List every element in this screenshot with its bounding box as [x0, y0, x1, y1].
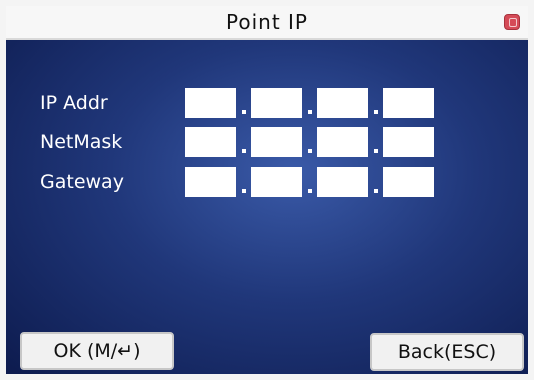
page-title: Point IP	[226, 10, 308, 34]
ip-addr-label: IP Addr	[40, 92, 108, 114]
ok-button[interactable]: OK (M/↵)	[20, 332, 174, 370]
close-icon[interactable]	[504, 14, 520, 30]
gateway-octet-4[interactable]	[383, 167, 434, 197]
netmask-label: NetMask	[40, 131, 123, 153]
gateway-row: Gateway	[6, 167, 528, 203]
octet-separator	[374, 149, 378, 153]
ip-addr-octet-1[interactable]	[185, 88, 236, 118]
gateway-octet-2[interactable]	[251, 167, 302, 197]
netmask-octet-4[interactable]	[383, 127, 434, 157]
screen: Point IP IP Addr NetMask Gateway OK (M/↵…	[6, 6, 528, 374]
back-button[interactable]: Back(ESC)	[370, 333, 524, 371]
octet-separator	[308, 110, 312, 114]
title-bar: Point IP	[6, 6, 528, 40]
ip-addr-octet-2[interactable]	[251, 88, 302, 118]
gateway-octet-1[interactable]	[185, 167, 236, 197]
gateway-octet-3[interactable]	[317, 167, 368, 197]
octet-separator	[308, 189, 312, 193]
gateway-label: Gateway	[40, 171, 124, 193]
netmask-octet-3[interactable]	[317, 127, 368, 157]
octet-separator	[374, 110, 378, 114]
octet-separator	[242, 110, 246, 114]
netmask-row: NetMask	[6, 127, 528, 163]
ip-addr-row: IP Addr	[6, 88, 528, 124]
netmask-octet-2[interactable]	[251, 127, 302, 157]
octet-separator	[374, 189, 378, 193]
ip-addr-octet-3[interactable]	[317, 88, 368, 118]
netmask-octet-1[interactable]	[185, 127, 236, 157]
device-frame: Point IP IP Addr NetMask Gateway OK (M/↵…	[0, 0, 534, 380]
octet-separator	[242, 189, 246, 193]
octet-separator	[308, 149, 312, 153]
ip-addr-octet-4[interactable]	[383, 88, 434, 118]
octet-separator	[242, 149, 246, 153]
